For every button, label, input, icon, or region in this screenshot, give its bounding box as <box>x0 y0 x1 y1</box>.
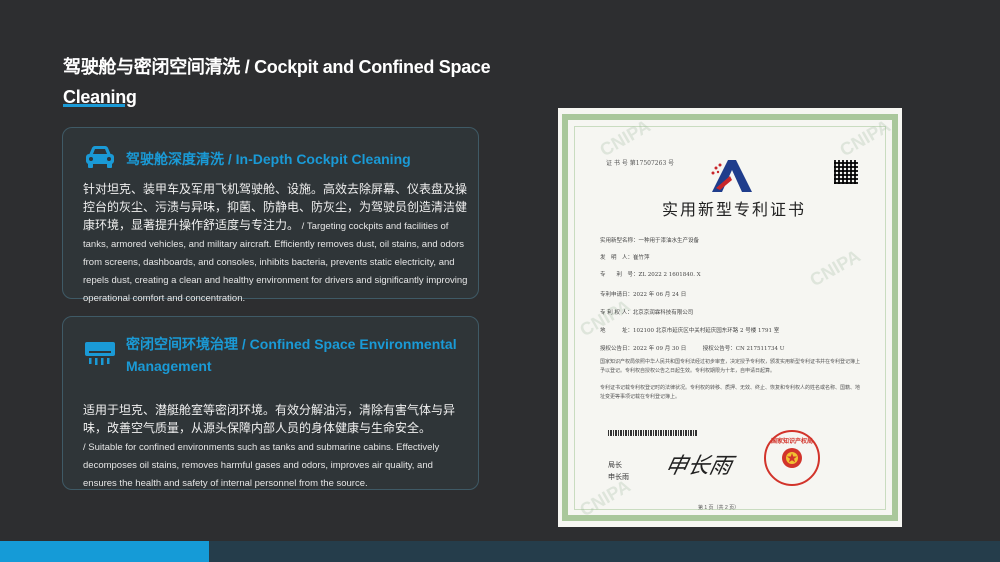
cert-field: 地 址：102100 北京市延庆区中关村延庆园东环路 2 号楼 1791 室 <box>600 328 780 334</box>
seal-text: 国家知识产权局 <box>770 439 813 445</box>
page-title: 驾驶舱与密闭空间清洗 / Cockpit and Confined Space … <box>63 57 491 107</box>
cert-field: 专 利 权 人：北京京润霖科技有限公司 <box>600 310 694 316</box>
signature: 申长雨 <box>662 454 735 479</box>
cert-paragraph: 专利证书记载专利权登记时的法律状况。专利权的转移、质押、无效、终止、恢复和专利权… <box>600 385 861 400</box>
cert-field: 专 利 号：ZL 2022 2 1601840. X <box>600 272 701 278</box>
air-conditioner-icon <box>85 342 115 365</box>
card-description: 针对坦克、装甲车及军用飞机驾驶舱、设施。高效去除屏幕、仪表盘及操控台的灰尘、污渍… <box>83 180 468 306</box>
director-label: 局长 <box>608 461 622 469</box>
qr-code <box>834 160 858 184</box>
cert-field: 发 明 人：崔竹萍 <box>600 255 650 261</box>
card-heading: 密闭空间环境治理 / Confined Space Environmental … <box>126 336 457 374</box>
description-zh: 适用于坦克、潜艇舱室等密闭环境。有效分解油污，清除有害气体与异味，改善空气质量，… <box>83 403 456 435</box>
cert-field: 实用新型名称：一种用于漆油水生产设备 <box>600 238 700 244</box>
page-number: 第 1 页（共 2 页） <box>698 505 740 511</box>
cert-field: 授权公告日：2022 年 09 月 30 日 授权公告号：CN 21751173… <box>600 346 785 352</box>
cert-paragraph: 国家知识产权局依照中华人民共和国专利法经过初步审查，决定授予专利权，颁发实用新型… <box>600 359 861 374</box>
card-description: 适用于坦克、潜艇舱室等密闭环境。有效分解油污，清除有害气体与异味，改善空气质量，… <box>83 401 468 491</box>
description-en: / Suitable for confined environments suc… <box>83 442 440 489</box>
title-underline <box>63 104 125 107</box>
cockpit-cleaning-card: 驾驶舱深度清洗 / In-Depth Cockpit Cleaning 针对坦克… <box>62 127 479 304</box>
bottom-accent-bar <box>0 541 209 562</box>
card-heading: 驾驶舱深度清洗 / In-Depth Cockpit Cleaning <box>126 151 411 167</box>
certificate-serial: 证 书 号 第17507263 号 <box>606 160 675 167</box>
official-seal: 国家知识产权局 <box>764 430 820 486</box>
patent-certificate: CNIPA CNIPA CNIPA CNIPA CNIPA 证 书 号 第175… <box>558 108 902 527</box>
certificate-title: 实用新型专利证书 <box>661 200 806 219</box>
national-emblem-icon <box>782 448 802 468</box>
director-name: 申长雨 <box>608 473 629 481</box>
cert-field: 专利申请日：2022 年 06 月 24 日 <box>600 292 687 298</box>
confined-space-card: 密闭空间环境治理 / Confined Space Environmental … <box>62 316 479 490</box>
barcode <box>608 430 698 436</box>
car-icon <box>86 146 114 168</box>
cnipa-logo-icon <box>711 160 752 192</box>
description-en: / Targeting cockpits and facilities of t… <box>83 221 468 304</box>
